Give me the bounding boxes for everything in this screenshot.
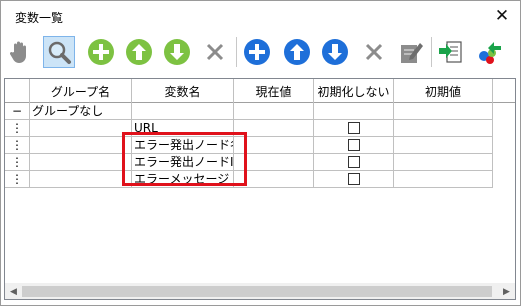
no-init-checkbox[interactable] (347, 173, 360, 185)
scroll-right-icon[interactable]: ▶ (498, 283, 515, 299)
variable-grid: グループ名 変数名 現在値 初期化しない 初期値 − グループなし ⋮ URL … (4, 78, 516, 300)
table-row[interactable]: ⋮ エラーメッセージ (5, 171, 515, 188)
export-button[interactable] (473, 36, 505, 68)
arrow-down-green-icon (164, 39, 190, 65)
no-init-cell (314, 120, 394, 137)
initial-value-cell[interactable] (394, 137, 493, 154)
no-init-cell (314, 103, 394, 120)
initial-value-cell[interactable] (394, 103, 493, 120)
table-row[interactable]: − グループなし (5, 103, 515, 120)
toolbar-separator (236, 37, 237, 67)
row-marker-header (5, 79, 30, 103)
close-icon: ✕ (494, 6, 510, 26)
add-group-button[interactable] (85, 36, 117, 68)
delete-group-button[interactable] (199, 36, 231, 68)
delete-gray-icon (206, 43, 224, 61)
import-icon (439, 41, 462, 63)
close-button[interactable]: ✕ (490, 5, 514, 27)
no-init-checkbox[interactable] (347, 156, 360, 168)
scrollbar-thumb[interactable] (22, 286, 492, 297)
no-init-checkbox[interactable] (347, 139, 360, 151)
toolbar-separator-2 (431, 37, 432, 67)
initial-value-cell[interactable] (394, 120, 493, 137)
horizontal-scrollbar[interactable]: ◀ ▶ (5, 283, 515, 299)
move-group-up-button[interactable] (123, 36, 155, 68)
table-row[interactable]: ⋮ URL (5, 120, 515, 137)
no-init-cell (314, 154, 394, 171)
variable-name-cell[interactable] (132, 103, 234, 120)
table-row[interactable]: ⋮ エラー発出ノード名 (5, 137, 515, 154)
toolbar (1, 33, 520, 73)
arrow-up-green-icon (126, 39, 152, 65)
add-green-icon (88, 39, 114, 65)
search-button[interactable] (43, 36, 75, 68)
hand-icon (9, 41, 26, 63)
arrow-up-blue-icon (284, 39, 310, 65)
title-bar: 変数一覧 ✕ (1, 1, 520, 33)
group-name-cell[interactable] (30, 154, 132, 171)
grid-header: グループ名 変数名 現在値 初期化しない 初期値 (5, 79, 515, 103)
export-icon (479, 42, 501, 64)
row-marker[interactable]: − (5, 103, 30, 120)
current-value-cell[interactable] (234, 103, 314, 120)
scroll-left-icon[interactable]: ◀ (5, 283, 22, 299)
column-header-variable[interactable]: 変数名 (132, 79, 234, 103)
row-marker[interactable]: ⋮ (5, 171, 30, 188)
column-header-no-init[interactable]: 初期化しない (314, 79, 394, 103)
column-header-current-value[interactable]: 現在値 (234, 79, 314, 103)
window-title: 変数一覧 (15, 11, 64, 25)
row-marker[interactable]: ⋮ (5, 154, 30, 171)
initial-value-cell[interactable] (394, 154, 493, 171)
initial-value-cell[interactable] (394, 171, 493, 188)
group-name-cell[interactable] (30, 137, 132, 154)
group-name-cell[interactable] (30, 120, 132, 137)
column-header-group[interactable]: グループ名 (30, 79, 132, 103)
row-marker[interactable]: ⋮ (5, 137, 30, 154)
move-group-down-button[interactable] (161, 36, 193, 68)
edit-icon (401, 43, 423, 63)
highlight-annotation-box (122, 132, 247, 186)
no-init-checkbox[interactable] (347, 122, 360, 134)
move-variable-up-button[interactable] (281, 36, 313, 68)
no-init-cell (314, 171, 394, 188)
group-name-cell[interactable] (30, 171, 132, 188)
edit-button[interactable] (395, 36, 427, 68)
delete-variable-button[interactable] (358, 36, 390, 68)
group-name-cell[interactable]: グループなし (30, 103, 132, 120)
arrow-down-blue-icon (322, 39, 348, 65)
search-icon (48, 41, 71, 64)
add-variable-button[interactable] (241, 36, 273, 68)
move-variable-down-button[interactable] (319, 36, 351, 68)
import-button[interactable] (435, 36, 467, 68)
table-row[interactable]: ⋮ エラー発出ノードID (5, 154, 515, 171)
hand-button[interactable] (3, 36, 35, 68)
delete-gray-icon-2 (365, 43, 383, 61)
variable-list-window: 変数一覧 ✕ グループ名 変数名 現在値 初期化しない 初期値 − グループなし… (0, 0, 521, 306)
no-init-cell (314, 137, 394, 154)
column-header-initial-value[interactable]: 初期値 (394, 79, 493, 103)
row-marker[interactable]: ⋮ (5, 120, 30, 137)
add-blue-icon (244, 39, 270, 65)
